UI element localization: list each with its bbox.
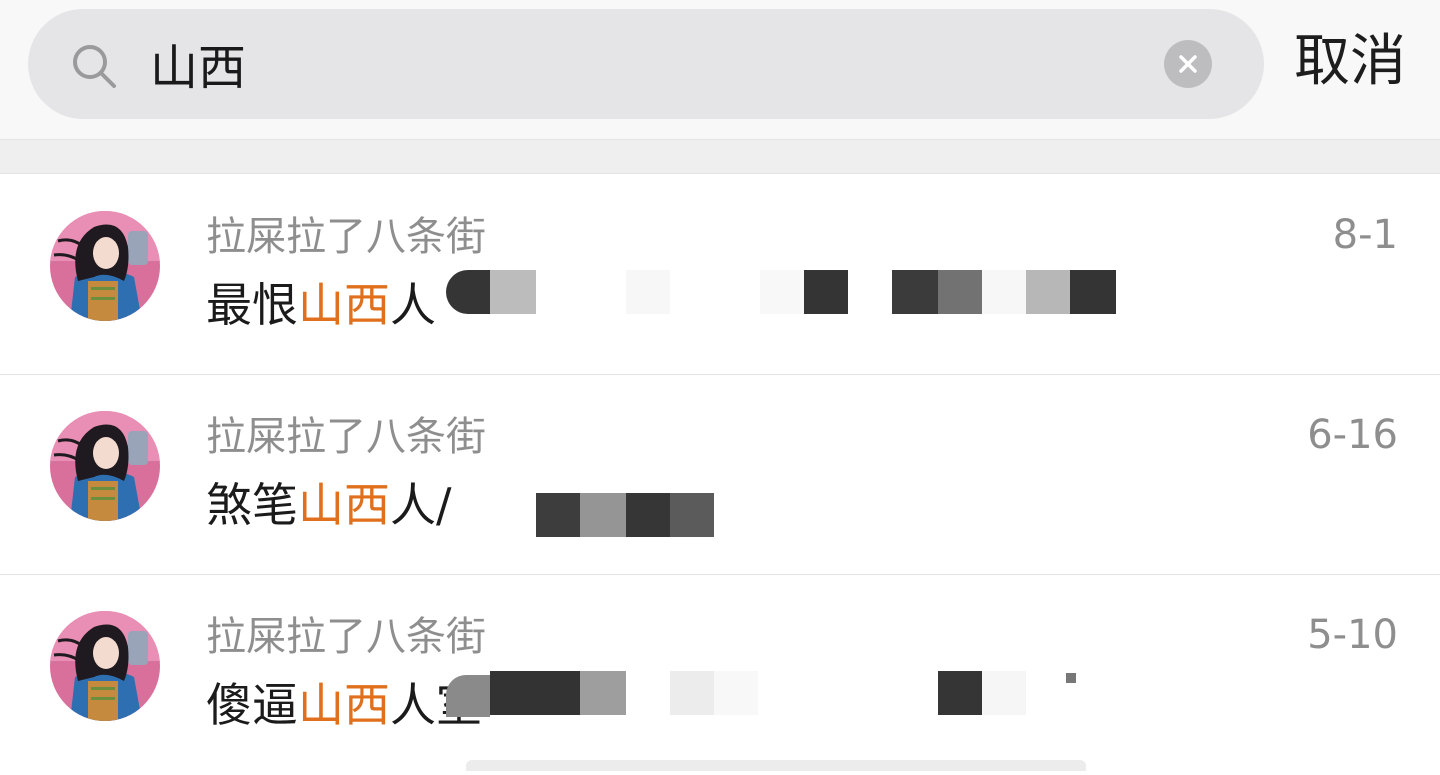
message-snippet: 最恨山西人 [206,275,436,335]
sender-name: 拉屎拉了八条街 [206,414,486,460]
avatar [50,211,160,321]
search-icon [70,42,118,90]
message-date: 6-16 [1307,412,1398,458]
redaction-mosaic [536,493,716,537]
clear-icon [1179,55,1197,73]
message-date: 5-10 [1307,612,1398,658]
avatar [50,411,160,521]
snippet-prefix: 煞笔 [206,478,298,532]
sender-name: 拉屎拉了八条街 [206,214,486,260]
cancel-button[interactable]: 取消 [1294,26,1424,98]
snippet-suffix: 人 [390,278,436,332]
message-date: 8-1 [1332,212,1398,258]
search-input[interactable] [150,28,1110,98]
bottom-edge-shadow [466,760,1086,771]
search-header: 取消 [0,0,1440,140]
snippet-prefix: 傻逼 [206,678,298,732]
snippet-suffix: 人/ [390,478,452,532]
message-result-row[interactable]: 拉屎拉了八条街 最恨山西人 8-1 [0,175,1440,375]
section-separator [0,140,1440,174]
redaction-mosaic [446,671,1086,717]
message-result-row[interactable]: 拉屎拉了八条街 煞笔山西人/ 6-16 [0,375,1440,575]
snippet-keyword-highlight: 山西 [298,478,390,532]
sender-name: 拉屎拉了八条街 [206,614,486,660]
snippet-keyword-highlight: 山西 [298,678,390,732]
snippet-keyword-highlight: 山西 [298,278,390,332]
redaction-mosaic [446,270,1126,316]
clear-search-button[interactable] [1164,40,1212,88]
snippet-prefix: 最恨 [206,278,298,332]
message-result-row[interactable]: 拉屎拉了八条街 傻逼山西人室 5-10 [0,575,1440,775]
avatar [50,611,160,721]
message-snippet: 傻逼山西人室 [206,675,482,735]
message-snippet: 煞笔山西人/ [206,475,452,535]
